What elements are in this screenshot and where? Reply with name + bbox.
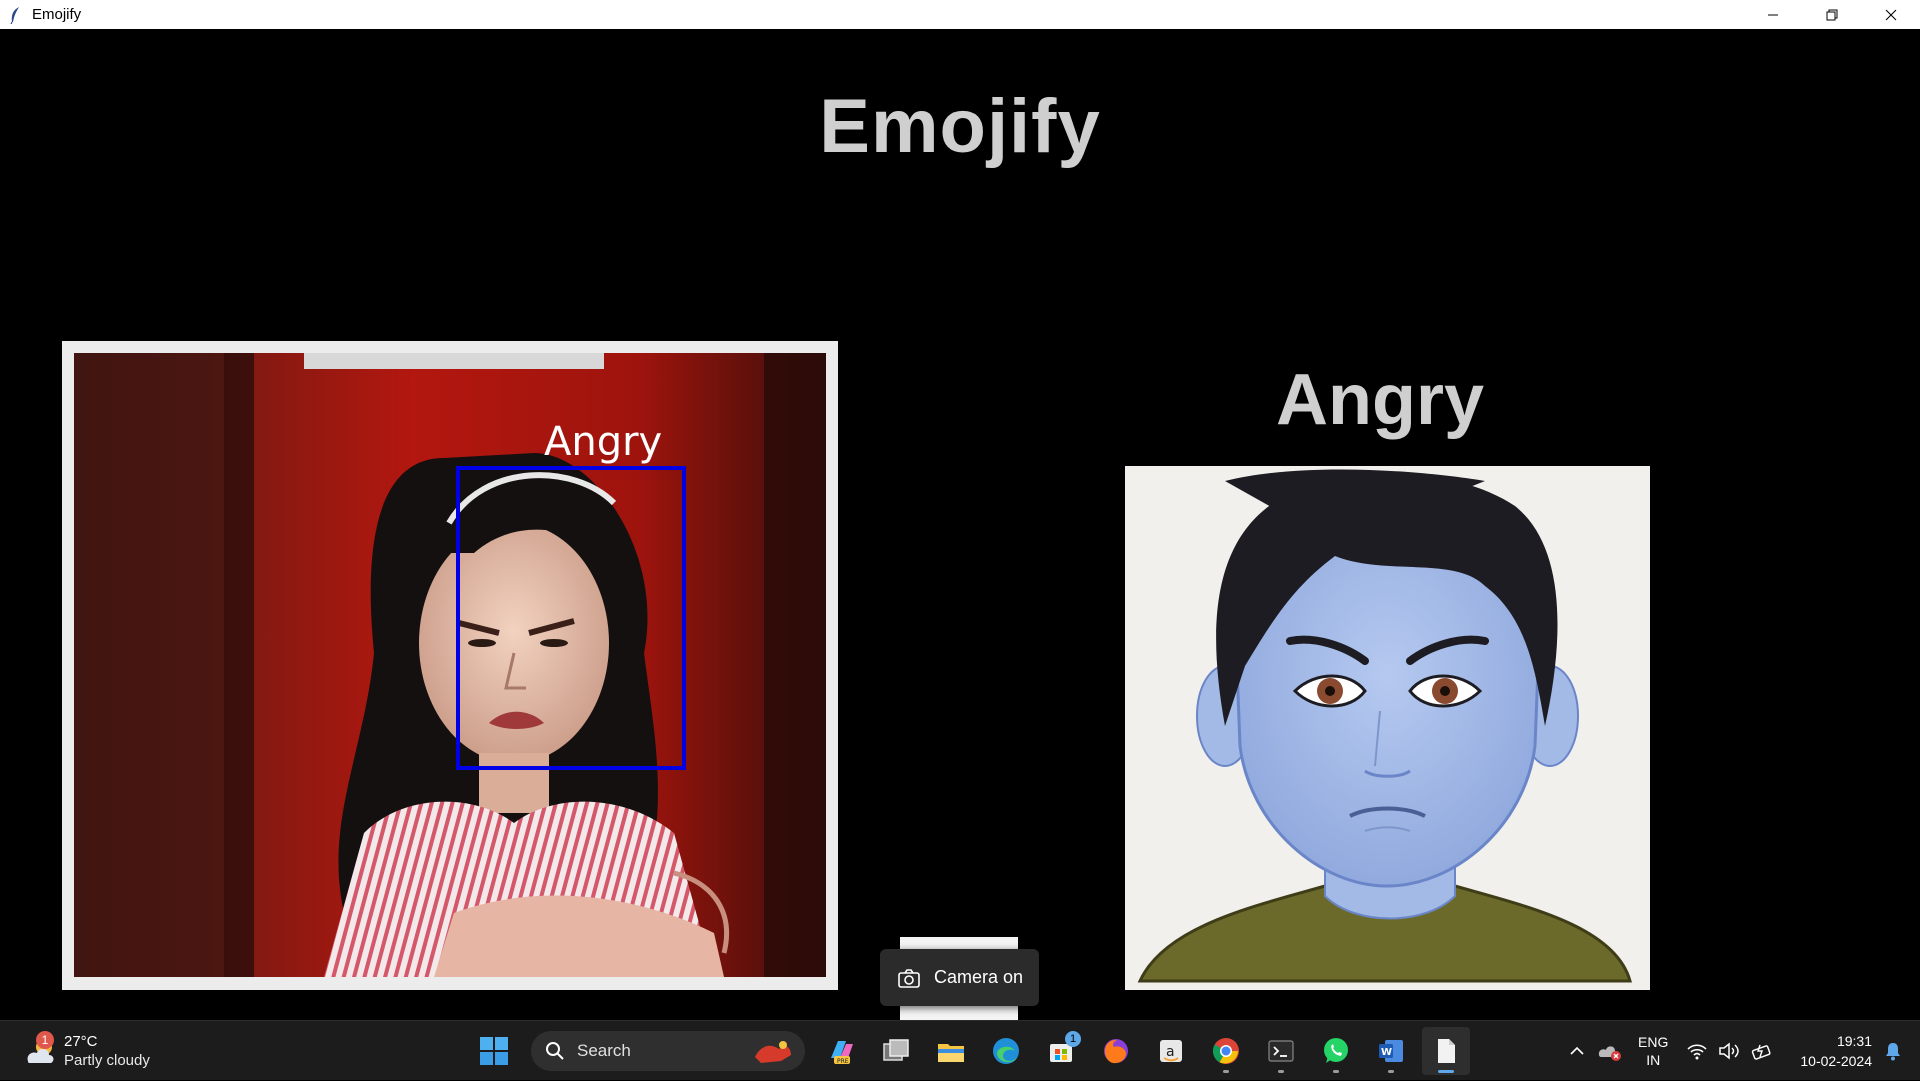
taskbar: 1 27°C Partly cloudy Search PRE 1 a W EN… (0, 1020, 1920, 1080)
wifi-icon[interactable] (1686, 1042, 1708, 1060)
svg-text:W: W (1381, 1047, 1392, 1058)
detected-emotion-label: Angry (1275, 360, 1485, 440)
firefox-icon[interactable] (1092, 1027, 1140, 1075)
camera-status-text: Camera on (934, 967, 1024, 987)
edge-icon[interactable] (982, 1027, 1030, 1075)
camera-icon (898, 968, 920, 988)
svg-text:a: a (1166, 1044, 1175, 1060)
partly-cloudy-icon: 1 (22, 1031, 58, 1069)
task-view-icon[interactable] (872, 1027, 920, 1075)
camera-panel: Angry (62, 341, 838, 990)
camera-feed-image: Angry (74, 353, 826, 977)
restore-button[interactable] (1802, 0, 1861, 29)
amazon-icon[interactable]: a (1147, 1027, 1195, 1075)
restore-icon (1826, 9, 1837, 20)
chrome-icon[interactable] (1202, 1027, 1250, 1075)
terminal-icon[interactable] (1257, 1027, 1305, 1075)
language-line2: IN (1646, 1052, 1661, 1068)
volume-icon[interactable] (1718, 1042, 1740, 1060)
minimize-button[interactable] (1743, 0, 1802, 29)
clock-time: 19:31 (1836, 1033, 1872, 1049)
minimize-icon (1767, 14, 1778, 15)
file-explorer-icon[interactable] (927, 1027, 975, 1075)
weather-badge: 1 (36, 1031, 54, 1049)
system-clock[interactable]: 19:31 10-02-2024 (1800, 1031, 1872, 1071)
window-controls (1743, 0, 1920, 29)
windows-icon (480, 1037, 508, 1065)
emoji-avatar-panel (1125, 466, 1650, 990)
camera-status-tooltip: Camera on (880, 949, 1039, 1006)
svg-text:PRE: PRE (837, 1058, 849, 1065)
whatsapp-icon[interactable] (1312, 1027, 1360, 1075)
language-line1: ENG (1638, 1034, 1669, 1050)
search-highlight-icon (751, 1037, 795, 1070)
start-button[interactable] (470, 1027, 518, 1075)
weather-condition: Partly cloudy (64, 1052, 150, 1069)
notification-bell-icon[interactable] (1884, 1041, 1902, 1061)
search-placeholder: Search (577, 1041, 631, 1060)
app-heading: Emojify (819, 84, 1101, 169)
taskbar-search[interactable]: Search (531, 1031, 805, 1071)
file-icon[interactable] (1422, 1027, 1470, 1075)
onedrive-error-icon[interactable] (1596, 1040, 1622, 1062)
close-button[interactable] (1861, 0, 1920, 29)
system-tray: ENG IN 19:31 10-02-2024 (1568, 1021, 1920, 1081)
store-icon[interactable]: 1 (1037, 1027, 1085, 1075)
angry-avatar-image (1137, 469, 1632, 983)
weather-temperature: 27°C (64, 1033, 98, 1050)
battery-charging-icon[interactable] (1750, 1042, 1774, 1060)
feather-app-icon (6, 6, 24, 24)
window-title: Emojify (32, 6, 82, 23)
copilot-icon[interactable]: PRE (817, 1027, 865, 1075)
search-icon (545, 1041, 565, 1061)
face-box-label: Angry (544, 419, 663, 465)
language-indicator[interactable]: ENG IN (1638, 1033, 1668, 1069)
window-titlebar: Emojify (0, 0, 1920, 29)
clock-date: 10-02-2024 (1800, 1053, 1872, 1069)
taskbar-pinned-apps: Search PRE 1 a W (470, 1027, 1477, 1075)
app-canvas: Emojify Angry Angry Camera on (0, 29, 1920, 1047)
weather-widget[interactable]: 1 27°C Partly cloudy (22, 1027, 150, 1075)
close-icon (1885, 9, 1896, 20)
word-icon[interactable]: W (1367, 1027, 1415, 1075)
chevron-up-icon[interactable] (1568, 1044, 1586, 1058)
store-badge: 1 (1065, 1031, 1081, 1047)
